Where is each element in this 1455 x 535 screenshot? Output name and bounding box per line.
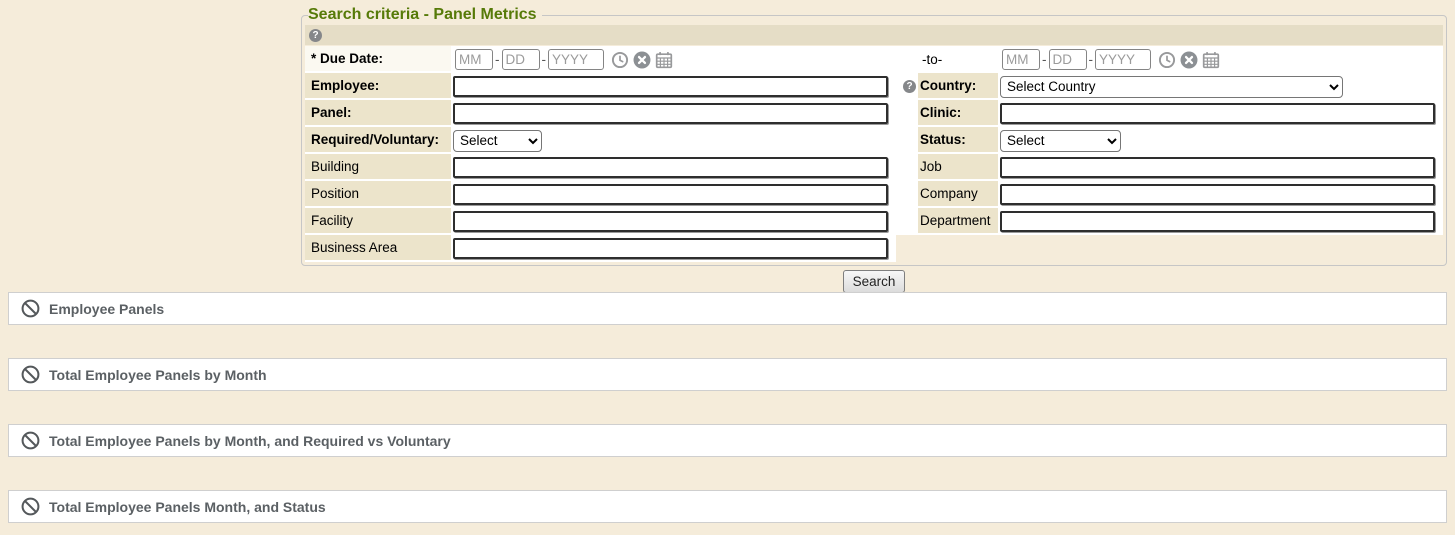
facility-label: Facility [305,208,451,235]
due-date-to-month-input[interactable] [1002,49,1040,70]
facility-input[interactable] [453,211,888,232]
search-button[interactable]: Search [843,270,905,293]
spacer-cell [896,46,918,73]
country-select[interactable]: Select Country [1000,76,1343,98]
required-voluntary-label: Required/Voluntary: [305,127,451,154]
clear-date-icon[interactable] [1180,51,1198,69]
due-date-from-day-input[interactable] [502,49,540,70]
due-date-to-day-input[interactable] [1049,49,1087,70]
date-separator: - [1042,52,1047,67]
search-criteria-fieldset: Search criteria - Panel Metrics ? * Due … [301,6,1447,266]
help-icon[interactable]: ? [309,29,322,42]
calendar-icon[interactable] [1202,51,1220,69]
clinic-label: Clinic: [918,100,998,127]
collapsed-section-icon [21,299,40,318]
job-label: Job [918,154,998,181]
department-label: Department [918,208,998,235]
panel-input[interactable] [453,103,888,124]
status-select[interactable]: Select [1000,130,1121,152]
page-title: Search criteria - Panel Metrics [308,6,542,24]
collapsed-section-icon [21,497,40,516]
search-form: * Due Date: - - -to- - - [305,46,1443,262]
section-title: Total Employee Panels Month, and Status [49,499,326,515]
collapsed-section-icon [21,431,40,450]
to-label: -to- [918,46,998,73]
section-employee-panels[interactable]: Employee Panels [8,292,1447,325]
business-area-label: Business Area [305,235,451,262]
department-input[interactable] [1000,211,1435,232]
date-separator: - [1089,52,1094,67]
section-title: Total Employee Panels by Month [49,367,267,383]
employee-help-icon[interactable]: ? [903,80,916,93]
section-total-panels-by-month[interactable]: Total Employee Panels by Month [8,358,1447,391]
job-input[interactable] [1000,157,1435,178]
clock-icon[interactable] [1158,51,1176,69]
country-label: Country: [918,73,998,100]
building-input[interactable] [453,157,888,178]
section-total-panels-required-vs-voluntary[interactable]: Total Employee Panels by Month, and Requ… [8,424,1447,457]
clear-date-icon[interactable] [633,51,651,69]
section-title: Total Employee Panels by Month, and Requ… [49,433,451,449]
employee-label: Employee: [305,73,451,100]
position-label: Position [305,181,451,208]
panel-label: Panel: [305,100,451,127]
due-date-from-month-input[interactable] [455,49,493,70]
calendar-icon[interactable] [655,51,673,69]
section-title: Employee Panels [49,301,164,317]
date-separator: - [495,52,500,67]
building-label: Building [305,154,451,181]
due-date-to-group: - - [998,46,1443,73]
company-label: Company [918,181,998,208]
due-date-to-year-input[interactable] [1095,49,1151,70]
required-voluntary-select[interactable]: Select [453,130,542,152]
position-input[interactable] [453,184,888,205]
status-label: Status: [918,127,998,154]
due-date-label: * Due Date: [305,46,451,73]
section-total-panels-month-status[interactable]: Total Employee Panels Month, and Status [8,490,1447,523]
business-area-input[interactable] [453,238,888,259]
due-date-from-year-input[interactable] [548,49,604,70]
company-input[interactable] [1000,184,1435,205]
due-date-from-group: - - [451,46,896,73]
clock-icon[interactable] [611,51,629,69]
collapsed-section-icon [21,365,40,384]
employee-input[interactable] [453,76,888,97]
clinic-input[interactable] [1000,103,1435,124]
date-separator: - [542,52,547,67]
help-bar: ? [305,25,1443,45]
